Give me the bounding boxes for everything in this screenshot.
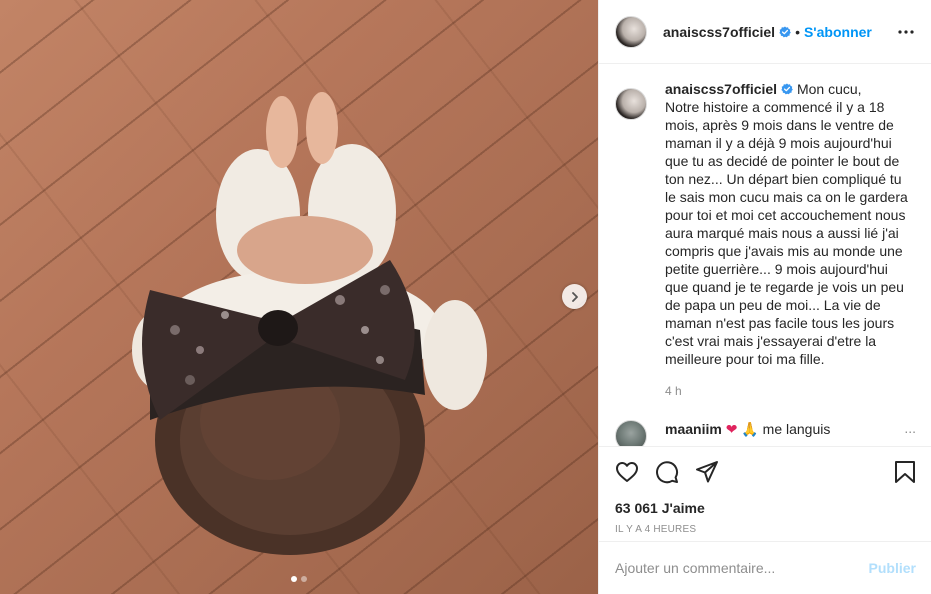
bookmark-icon: [895, 461, 915, 483]
next-photo-button[interactable]: [562, 284, 587, 309]
post-header: anaiscss7officiel • S'abonner: [599, 0, 931, 64]
caption-username[interactable]: anaiscss7officiel: [665, 81, 777, 97]
caption-text: anaiscss7officiel Mon cucu, Notre histoi…: [665, 80, 915, 368]
comment-text: me languis: [762, 421, 831, 437]
share-icon: [696, 461, 718, 483]
likes-label: J'aime: [661, 500, 705, 516]
header-separator: •: [795, 23, 800, 40]
caption-message: Mon cucu, Notre histoire a commencé il y…: [665, 81, 908, 367]
caption-time[interactable]: 4 h: [665, 382, 915, 400]
chevron-right-icon: [571, 291, 578, 302]
comment-body: maaniim ❤ 🙏 me languis: [665, 420, 830, 446]
comment-icon: [656, 461, 679, 484]
comment-item: maaniim ❤ 🙏 me languis ...: [615, 420, 916, 446]
comment-input[interactable]: [615, 560, 869, 576]
likes-count[interactable]: 63 061 J'aime: [615, 500, 916, 516]
save-button[interactable]: [876, 452, 916, 492]
post-timestamp[interactable]: Il y a 4 heures: [615, 524, 916, 535]
verified-badge-icon: [781, 83, 793, 95]
commenter-avatar[interactable]: [615, 420, 647, 446]
likes-number: 63 061: [615, 500, 658, 516]
comments-section[interactable]: anaiscss7officiel Mon cucu, Notre histoi…: [599, 64, 931, 446]
caption-avatar[interactable]: [615, 88, 647, 120]
like-button[interactable]: [615, 452, 655, 492]
carousel-dot: [301, 576, 307, 582]
follow-button[interactable]: S'abonner: [804, 24, 872, 40]
baby-photo-illustration: [132, 92, 487, 555]
comment-options[interactable]: ...: [904, 420, 916, 436]
more-options-icon[interactable]: [897, 22, 915, 42]
pray-emoji: 🙏: [741, 421, 759, 437]
comment-button[interactable]: [655, 452, 695, 492]
share-button[interactable]: [695, 452, 735, 492]
author-username[interactable]: anaiscss7officiel: [663, 24, 775, 40]
action-icons: [615, 447, 916, 497]
carousel-dot-active: [291, 576, 297, 582]
verified-badge-icon: [779, 26, 791, 37]
commenter-username[interactable]: maaniim: [665, 421, 722, 437]
author-avatar[interactable]: [615, 15, 647, 48]
caption: anaiscss7officiel Mon cucu, Notre histoi…: [615, 80, 916, 400]
add-comment-bar: Publier: [599, 541, 931, 594]
carousel-indicator: [0, 576, 598, 582]
publish-button[interactable]: Publier: [869, 560, 916, 576]
caption-body: anaiscss7officiel Mon cucu, Notre histoi…: [665, 80, 915, 400]
post-side-panel: anaiscss7officiel • S'abonner anaiscss7o…: [598, 0, 931, 594]
post-actions: 63 061 J'aime Il y a 4 heures: [599, 446, 931, 535]
heart-emoji: ❤: [725, 421, 738, 437]
post-photo[interactable]: [0, 0, 598, 594]
heart-icon: [616, 462, 638, 482]
